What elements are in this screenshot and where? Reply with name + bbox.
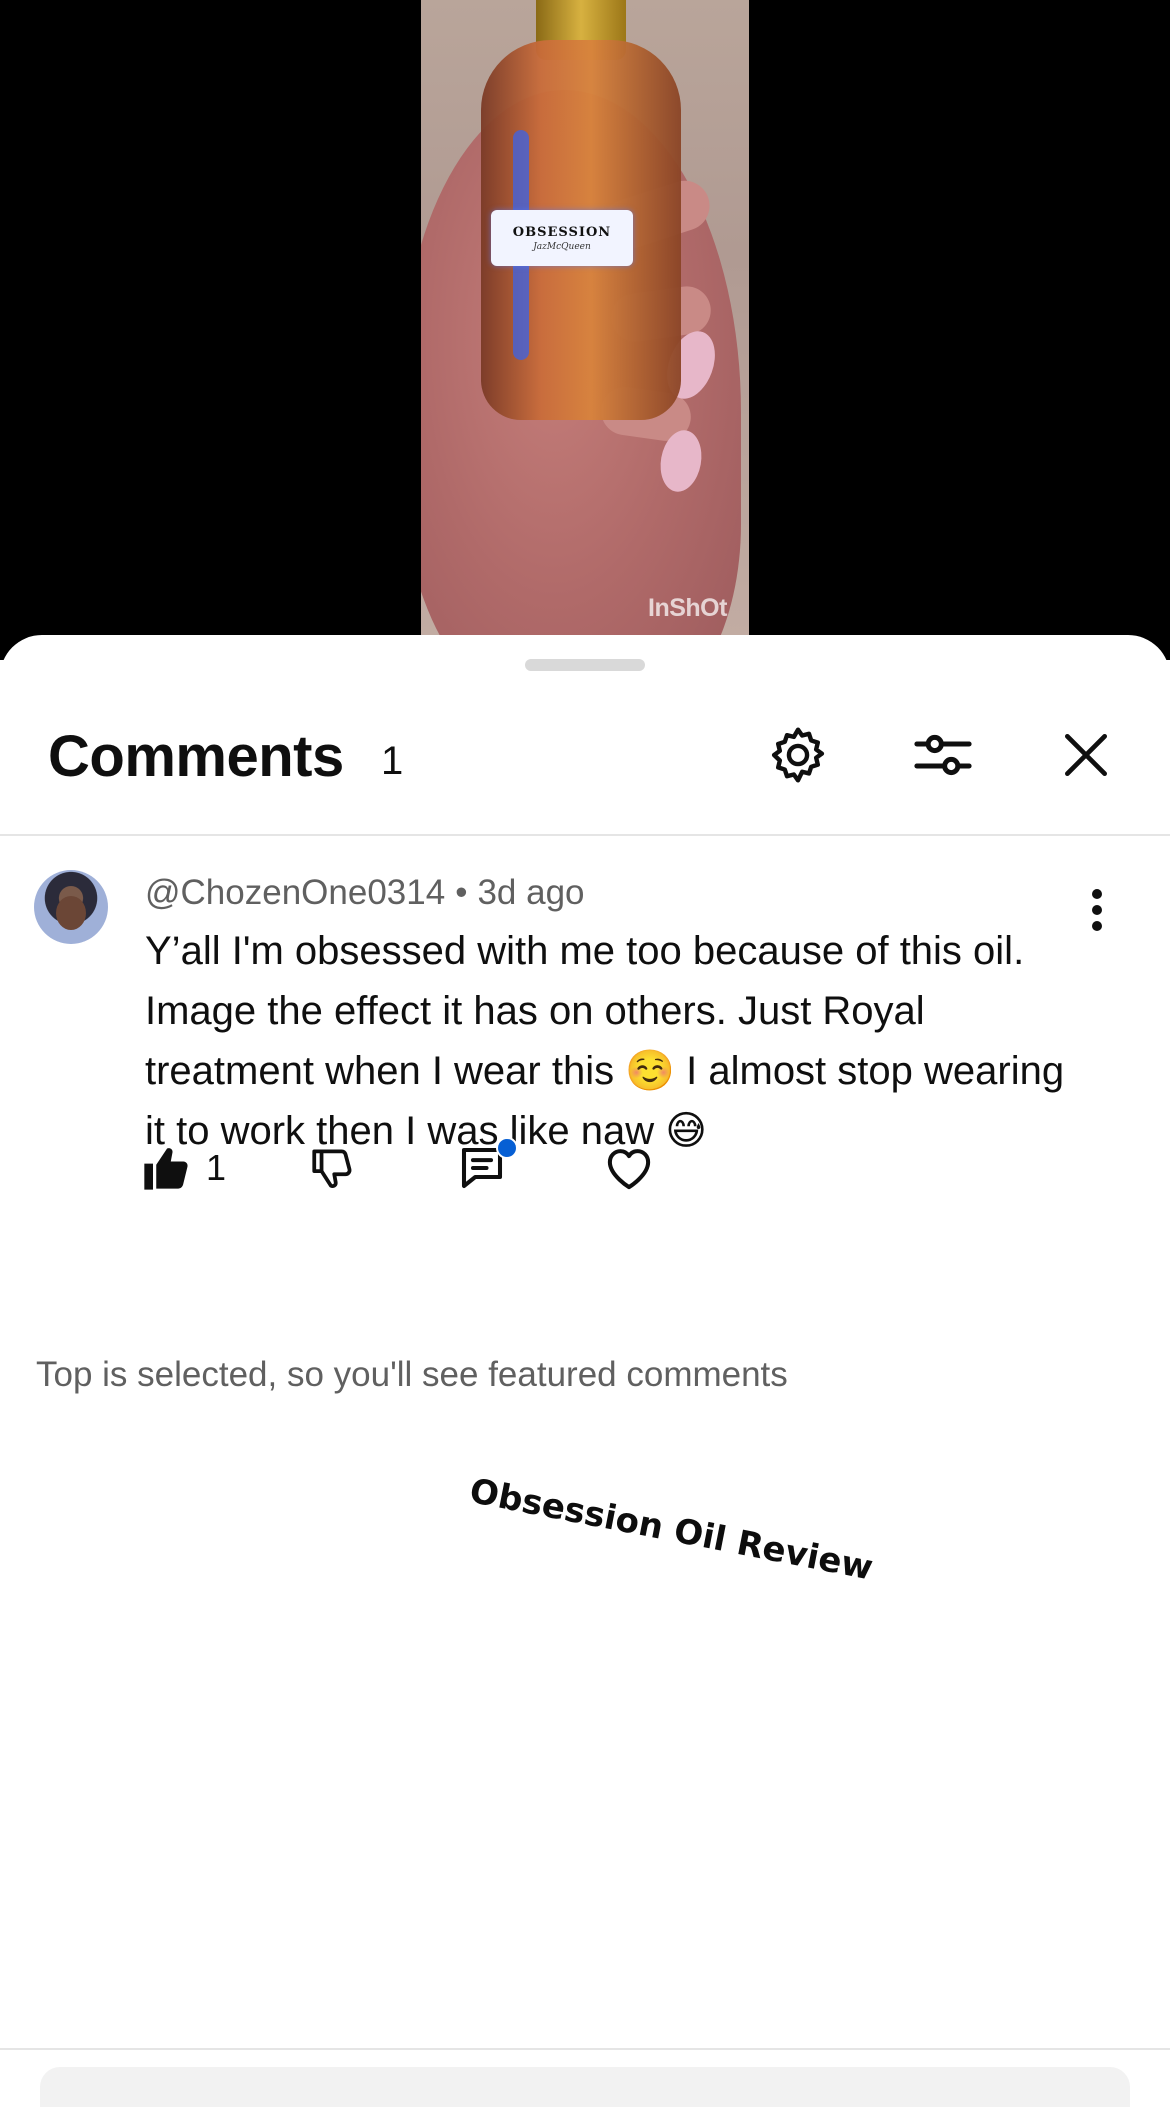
footer-divider <box>0 2048 1170 2050</box>
avatar-face <box>56 896 86 930</box>
video-frame: OBSESSION JazMcQueen <box>421 0 749 640</box>
like-count: 1 <box>206 1147 227 1188</box>
comment-text: Y’all I'm obsessed with me too because o… <box>145 929 1065 1153</box>
bottle-label-subtitle: JazMcQueen <box>533 241 591 252</box>
like-button[interactable]: 1 <box>140 1133 226 1203</box>
filter-button[interactable] <box>903 715 983 795</box>
bottle-label: OBSESSION JazMcQueen <box>491 210 633 266</box>
drag-handle[interactable] <box>525 659 645 671</box>
bottle-label-title: OBSESSION <box>512 224 612 240</box>
dislike-button[interactable] <box>308 1133 358 1203</box>
settings-button[interactable] <box>758 715 838 795</box>
add-comment-input[interactable] <box>40 2067 1130 2107</box>
comment-time: 3d ago <box>477 873 585 912</box>
video-caption-overlay: Obsession Oil Review <box>466 1471 877 1589</box>
header-divider <box>0 834 1170 836</box>
gear-icon <box>771 727 825 783</box>
more-options-button[interactable] <box>1080 885 1114 935</box>
more-vert-icon <box>1092 889 1102 931</box>
comments-title: Comments <box>48 724 344 789</box>
comment-meta: @ChozenOne0314 • 3d ago <box>145 873 585 913</box>
heart-button[interactable] <box>602 1133 656 1203</box>
avatar[interactable] <box>34 870 108 944</box>
comment-author[interactable]: @ChozenOne0314 <box>145 873 445 912</box>
comment-item: @ChozenOne0314 • 3d ago Y’all I'm obsessed… <box>0 865 1170 1285</box>
comments-sheet: Comments 1 @ChozenOne0314 • 3d ago Y’all… <box>0 635 1170 2107</box>
close-icon <box>1065 734 1107 776</box>
thumbs-up-icon <box>144 1148 188 1190</box>
meta-separator: • <box>455 873 468 912</box>
thumbs-down-icon <box>312 1149 352 1188</box>
close-button[interactable] <box>1046 715 1126 795</box>
sort-notice: Top is selected, so you'll see featured … <box>36 1355 788 1394</box>
video-player[interactable]: OBSESSION JazMcQueen InShOt <box>0 0 1170 660</box>
comments-count: 1 <box>381 739 404 783</box>
video-watermark: InShOt <box>648 594 727 622</box>
sliders-icon <box>914 734 972 776</box>
reply-notification-dot <box>496 1137 518 1159</box>
reply-button[interactable] <box>455 1133 518 1203</box>
heart-icon <box>607 1149 651 1190</box>
comments-header: Comments 1 <box>0 715 1170 825</box>
